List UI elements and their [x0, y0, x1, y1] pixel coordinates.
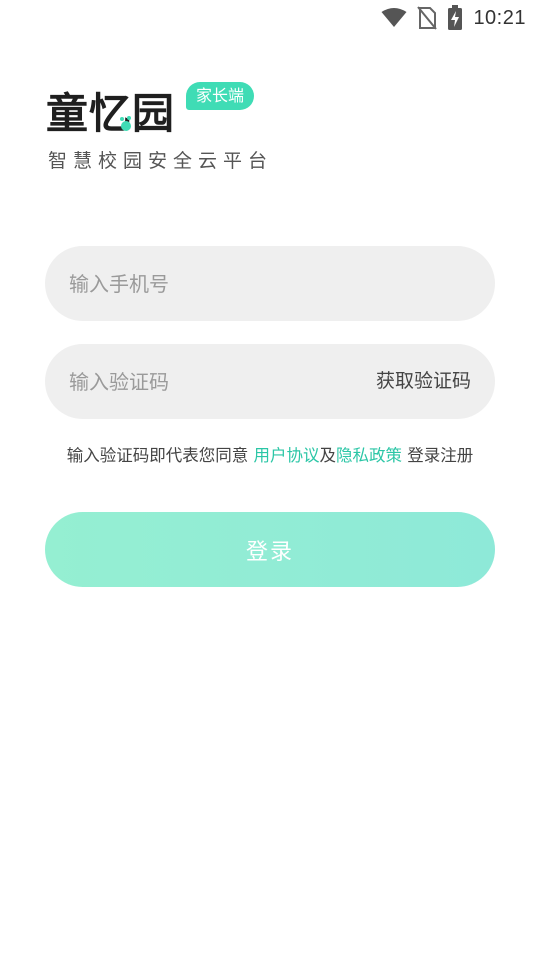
wifi-icon — [381, 8, 407, 28]
footprint-icon — [118, 116, 134, 132]
slogan: 智慧校园安全云平台 — [48, 150, 274, 172]
agreement-prefix: 输入验证码即代表您同意 — [66, 446, 254, 465]
app-logo: 童忆园 — [46, 89, 176, 138]
phone-input[interactable] — [69, 246, 349, 321]
brand-header: 童忆园 家长端 智慧校园安全云平台 — [46, 80, 306, 180]
login-button[interactable]: 登录 — [45, 512, 495, 587]
agreement-and: 及 — [319, 446, 337, 465]
get-code-button[interactable]: 获取验证码 — [376, 344, 471, 419]
battery-charging-icon — [447, 5, 463, 31]
agreement-suffix: 登录注册 — [402, 446, 474, 465]
privacy-policy-link[interactable]: 隐私政策 — [336, 446, 402, 465]
no-sim-icon — [417, 6, 438, 30]
code-field: 获取验证码 — [45, 344, 495, 419]
parent-badge: 家长端 — [186, 82, 255, 110]
status-icons: 10:21 — [381, 5, 526, 31]
phone-field — [45, 246, 495, 321]
status-bar: 10:21 — [0, 0, 540, 36]
user-agreement-link[interactable]: 用户协议 — [254, 446, 320, 465]
status-time: 10:21 — [473, 6, 526, 29]
agreement-text: 输入验证码即代表您同意 用户协议及隐私政策 登录注册 — [0, 442, 540, 466]
code-input[interactable] — [69, 344, 349, 419]
